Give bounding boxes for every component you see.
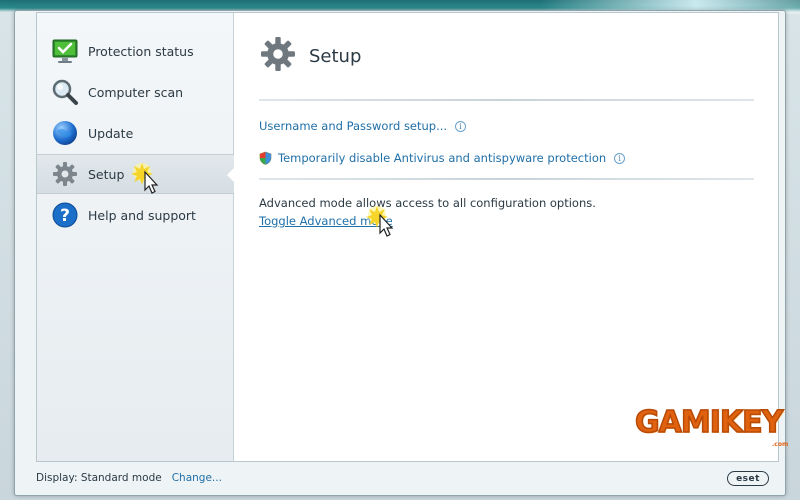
client-area: Protection status Computer scan Update S… <box>36 12 788 462</box>
svg-text:?: ? <box>60 206 70 226</box>
advanced-mode-description: Advanced mode allows access to all confi… <box>259 196 596 210</box>
sidebar: Protection status Computer scan Update S… <box>37 13 235 461</box>
display-mode-label: Display: Standard mode <box>36 472 162 484</box>
sidebar-item-label: Help and support <box>88 207 196 223</box>
sidebar-item-label: Update <box>88 125 134 141</box>
sidebar-item-help-and-support[interactable]: ? Help and support <box>37 195 234 235</box>
page-title: Setup <box>309 45 362 67</box>
username-password-row: Username and Password setup... i <box>259 119 467 133</box>
sidebar-item-update[interactable]: Update <box>37 113 234 153</box>
gear-icon <box>259 35 297 77</box>
eset-logo: eset <box>727 471 769 486</box>
username-password-link[interactable]: Username and Password setup... <box>259 119 447 133</box>
info-icon[interactable]: i <box>455 120 467 132</box>
globe-icon <box>50 118 80 148</box>
status-bar: Display: Standard mode Change... eset <box>36 463 779 493</box>
gear-icon <box>50 159 80 189</box>
magnifier-icon <box>50 77 80 107</box>
sidebar-item-label: Protection status <box>88 43 194 59</box>
watermark-logo: GAMIKEY <box>634 404 784 441</box>
help-icon: ? <box>50 200 80 230</box>
shield-icon <box>259 151 272 165</box>
disable-protection-row: Temporarily disable Antivirus and antisp… <box>259 151 626 165</box>
sidebar-item-computer-scan[interactable]: Computer scan <box>37 72 234 112</box>
sidebar-item-protection-status[interactable]: Protection status <box>37 31 234 71</box>
toggle-advanced-mode-link[interactable]: Toggle Advanced mode <box>259 214 393 228</box>
watermark-sub: .com <box>772 441 789 448</box>
change-display-link[interactable]: Change... <box>172 472 222 484</box>
sidebar-item-label: Setup <box>88 166 125 182</box>
sidebar-item-setup[interactable]: Setup <box>37 154 235 194</box>
sidebar-item-label: Computer scan <box>88 84 184 100</box>
divider <box>259 178 754 180</box>
main-panel: Setup Username and Password setup... i T… <box>235 13 778 461</box>
disable-protection-link[interactable]: Temporarily disable Antivirus and antisp… <box>278 151 606 165</box>
divider <box>259 99 754 101</box>
info-icon[interactable]: i <box>614 152 626 164</box>
monitor-check-icon <box>50 36 80 66</box>
page-header: Setup <box>259 35 361 77</box>
app-window: Protection status Computer scan Update S… <box>14 10 788 496</box>
